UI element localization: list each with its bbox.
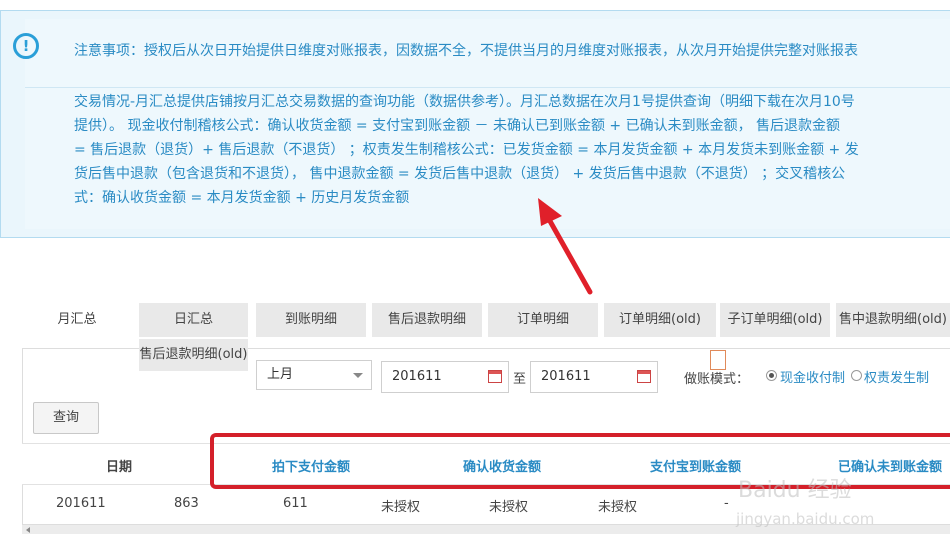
- tab-order-detail[interactable]: 订单明细: [488, 303, 598, 337]
- tab-monthly-summary[interactable]: 月汇总: [22, 303, 132, 337]
- accrual-basis-radio[interactable]: [851, 370, 862, 381]
- period-select-value: 上月: [267, 367, 294, 382]
- table-cell: 未授权: [381, 500, 421, 515]
- table-cell: 611: [283, 496, 308, 511]
- tab-daily-summary[interactable]: 日汇总: [139, 303, 248, 337]
- cash-basis-label[interactable]: 现金收付制: [780, 367, 845, 386]
- calendar-icon[interactable]: [488, 370, 502, 383]
- start-date-field[interactable]: 201611: [381, 361, 509, 393]
- chevron-down-icon: [353, 373, 363, 378]
- query-button[interactable]: 查询: [33, 402, 99, 434]
- end-date-value: 201611: [541, 369, 591, 384]
- tab-order-detail-old[interactable]: 订单明细(old): [604, 303, 716, 337]
- notice-paragraph-line: 提供）。 现金收付制稽核公式：确认收货金额 = 支付宝到账金额 － 未确认已到账…: [74, 118, 841, 134]
- notice-paragraph: 交易情况-月汇总提供店铺按月汇总交易数据的查询功能（数据供参考）。月汇总数据在次…: [74, 90, 950, 210]
- table-cell: 未授权: [598, 500, 638, 515]
- accrual-basis-label[interactable]: 权责发生制: [864, 367, 929, 386]
- tab-receipt-detail[interactable]: 到账明细: [256, 303, 366, 337]
- tab-after-sale-refund-detail-old[interactable]: 售后退款明细(old): [139, 339, 248, 371]
- notice-paragraph-line: = 售后退款（退货）+ 售后退款（不退货） ；权责发生制稽核公式：已发货金额 =…: [74, 142, 859, 158]
- table-cell: -: [724, 496, 729, 511]
- table-cell: 未授权: [489, 500, 529, 515]
- cash-basis-radio[interactable]: [766, 370, 777, 381]
- period-select[interactable]: 上月: [256, 360, 372, 390]
- info-icon: !: [13, 33, 39, 59]
- tab-sub-order-detail-old[interactable]: 子订单明细(old): [720, 303, 830, 337]
- scroll-left-arrow-icon[interactable]: [26, 527, 30, 533]
- tab-after-sale-refund-detail[interactable]: 售后退款明细: [372, 303, 482, 337]
- watermark-url: jingyan.baidu.com: [736, 510, 875, 528]
- notice-line1: 注意事项：授权后从次日开始提供日维度对账报表，因数据不全，不提供当月的月维度对账…: [74, 43, 858, 59]
- notice-divider: [25, 87, 950, 88]
- end-date-field[interactable]: 201611: [530, 361, 658, 393]
- table-cell: 201611: [56, 496, 106, 511]
- notice-paragraph-line: 式：确认收货金额 = 本月发货金额 + 历史月发货金额: [74, 190, 410, 206]
- cursor-box: [710, 350, 726, 370]
- table-cell: 863: [174, 496, 199, 511]
- notice-paragraph-line: 交易情况-月汇总提供店铺按月汇总交易数据的查询功能（数据供参考）。月汇总数据在次…: [74, 94, 855, 110]
- accounting-mode-label: 做账模式：: [684, 372, 750, 387]
- to-label: 至: [513, 372, 527, 387]
- watermark-logo: Baidu 经验: [738, 478, 852, 503]
- start-date-value: 201611: [392, 369, 442, 384]
- column-header-date: 日期: [106, 460, 133, 475]
- calendar-icon[interactable]: [637, 370, 651, 383]
- tab-in-sale-refund-detail-old[interactable]: 售中退款明细(old): [836, 303, 950, 337]
- notice-paragraph-line: 货后售中退款（包含退货和不退货）， 售中退款金额 = 发货后售中退款（退货） +…: [74, 166, 846, 182]
